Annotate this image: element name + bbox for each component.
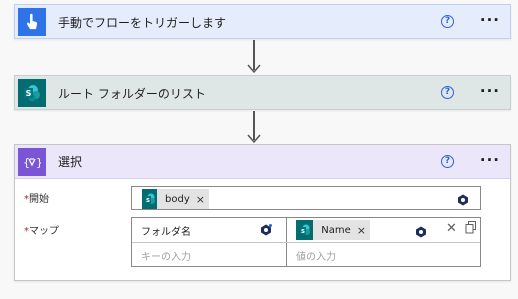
- flow-arrow: [247, 40, 261, 74]
- svg-text:S: S: [146, 198, 150, 204]
- trigger-step-header[interactable]: 手動でフローをトリガーします ? ···: [15, 5, 510, 39]
- value-placeholder-input[interactable]: 値の入力: [296, 248, 336, 263]
- key-placeholder-input[interactable]: キーの入力: [141, 248, 191, 263]
- flow-arrow: [247, 111, 261, 144]
- help-icon[interactable]: ?: [441, 155, 454, 168]
- help-icon[interactable]: ?: [441, 15, 454, 28]
- more-options-button[interactable]: ···: [480, 151, 500, 169]
- from-label: *開始: [24, 194, 49, 205]
- dynamic-content-icon[interactable]: [260, 224, 272, 236]
- delete-row-icon[interactable]: ✕: [446, 221, 457, 236]
- svg-text:}: }: [36, 156, 41, 169]
- map-label: *マップ: [24, 226, 59, 237]
- select-step-title: 選択: [58, 155, 83, 169]
- from-input[interactable]: S body ×: [131, 186, 481, 210]
- remove-token-icon[interactable]: ×: [357, 224, 366, 237]
- svg-text:S: S: [301, 229, 305, 235]
- trigger-step-card[interactable]: 手動でフローをトリガーします ? ···: [14, 4, 511, 39]
- map-key-input[interactable]: フォルダ名: [141, 223, 191, 238]
- more-options-button[interactable]: ···: [480, 11, 500, 29]
- list-root-folder-step-card[interactable]: S ルート フォルダーのリスト ? ···: [14, 75, 511, 110]
- map-key-value-grid: フォルダ名 S Name × キーの入力 値の入力: [131, 217, 481, 267]
- token-label: body: [165, 193, 190, 205]
- remove-token-icon[interactable]: ×: [196, 193, 205, 206]
- touch-hand-icon: [18, 8, 46, 36]
- sharepoint-icon: S: [18, 79, 46, 107]
- select-step-header[interactable]: { } 選択 ? ···: [15, 145, 510, 179]
- copy-icon[interactable]: [465, 221, 477, 238]
- more-options-button[interactable]: ···: [480, 82, 500, 100]
- data-operation-icon: { }: [18, 147, 46, 176]
- body-token[interactable]: S body ×: [142, 189, 209, 209]
- list-root-folder-step-title: ルート フォルダーのリスト: [58, 86, 206, 101]
- help-icon[interactable]: ?: [441, 86, 454, 99]
- sharepoint-icon: S: [296, 220, 314, 240]
- trigger-step-title: 手動でフローをトリガーします: [58, 15, 227, 30]
- dynamic-content-icon[interactable]: [457, 194, 469, 206]
- dynamic-content-icon[interactable]: [415, 226, 427, 238]
- svg-text:{: {: [23, 156, 30, 169]
- svg-text:S: S: [26, 89, 32, 98]
- token-label: Name: [321, 224, 351, 236]
- name-token[interactable]: S Name ×: [296, 220, 370, 240]
- sharepoint-icon: S: [142, 189, 158, 209]
- list-root-folder-step-header[interactable]: S ルート フォルダーのリスト ? ···: [15, 76, 510, 110]
